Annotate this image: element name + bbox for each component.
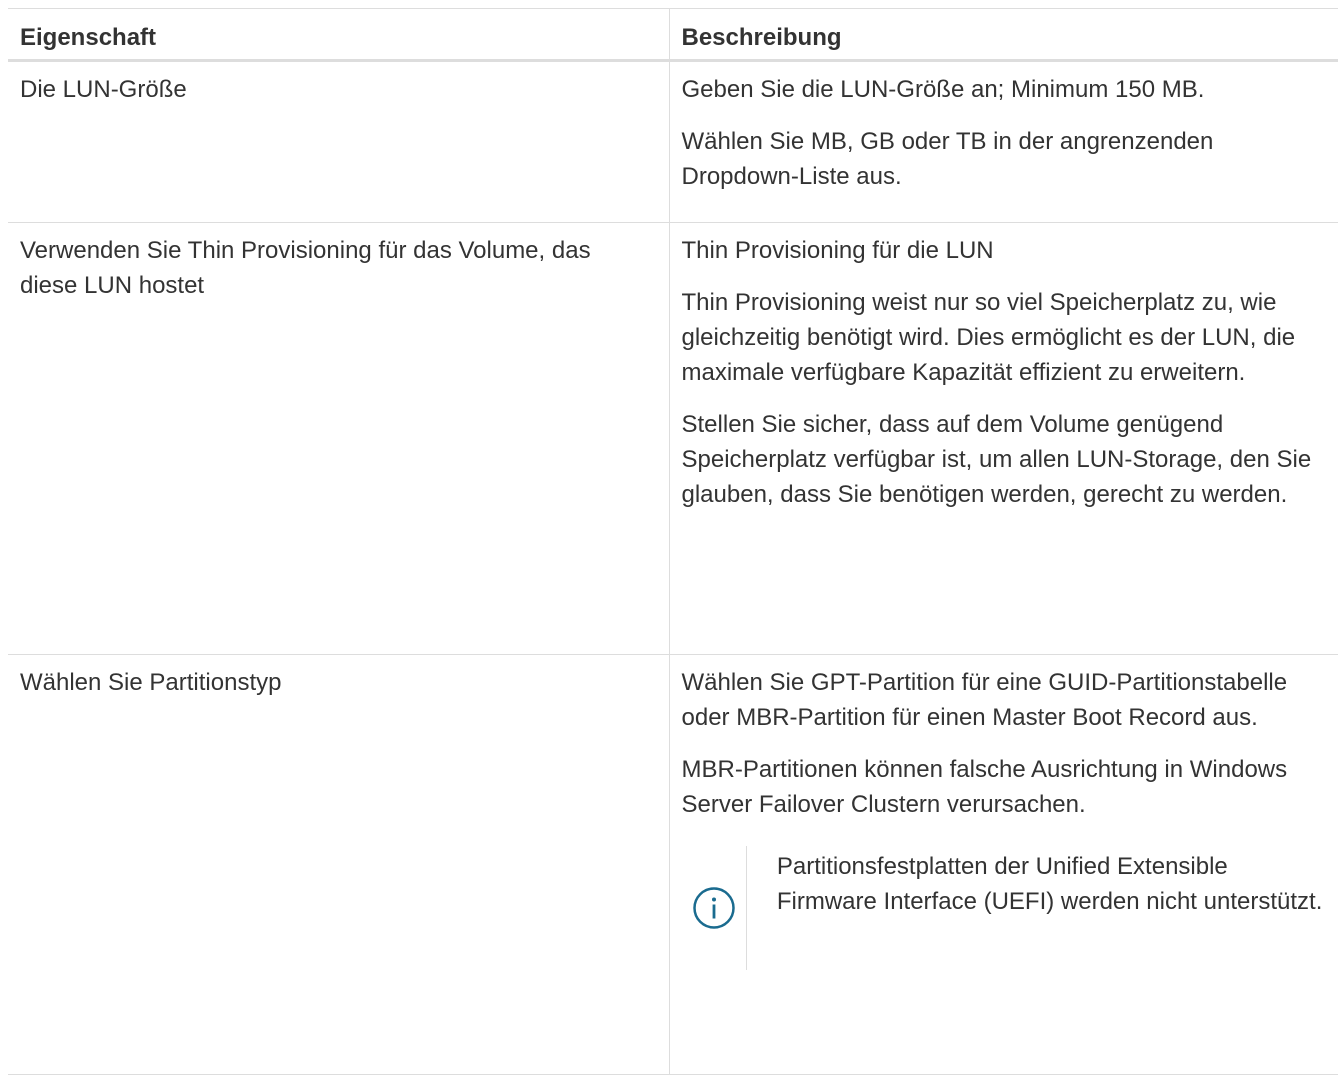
info-note-icon-container: [682, 846, 747, 970]
column-header-description: Beschreibung: [668, 8, 1338, 62]
description-paragraph: Wählen Sie MB, GB oder TB in der angrenz…: [681, 128, 1214, 190]
property-cell: Wählen Sie Partitionstyp: [8, 654, 670, 1075]
table-row: Wählen Sie Partitionstyp Wählen Sie GPT-…: [8, 654, 1338, 1075]
info-note-text: Partitionsfestplatten der Unified Extens…: [776, 853, 1323, 915]
info-note: Partitionsfestplatten der Unified Extens…: [682, 846, 1335, 970]
property-text: Wählen Sie Partitionstyp: [20, 669, 282, 696]
property-cell: Verwenden Sie Thin Provisioning für das …: [8, 222, 670, 655]
description-paragraph: Thin Provisioning weist nur so viel Spei…: [681, 289, 1296, 386]
table-header-row: Eigenschaft Beschreibung: [8, 8, 1338, 62]
property-text: Verwenden Sie Thin Provisioning für das …: [20, 237, 591, 299]
description-cell: Geben Sie die LUN-Größe an; Minimum 150 …: [668, 60, 1338, 223]
description-paragraph: Wählen Sie GPT-Partition für eine GUID-P…: [681, 669, 1288, 731]
property-cell: Die LUN-Größe: [8, 60, 670, 223]
description-paragraph: Stellen Sie sicher, dass auf dem Volume …: [681, 411, 1312, 508]
description-cell: Wählen Sie GPT-Partition für eine GUID-P…: [668, 654, 1338, 1075]
description-paragraph: Thin Provisioning für die LUN: [681, 237, 994, 264]
properties-table: Eigenschaft Beschreibung Die LUN-Größe G…: [8, 8, 1338, 1075]
description-paragraph: MBR-Partitionen können falsche Ausrichtu…: [681, 756, 1288, 818]
description-cell: Thin Provisioning für die LUN Thin Provi…: [668, 222, 1338, 655]
property-text: Die LUN-Größe: [20, 76, 187, 103]
info-icon: [692, 887, 735, 929]
description-paragraph: Geben Sie die LUN-Größe an; Minimum 150 …: [681, 76, 1205, 103]
column-header-property: Eigenschaft: [8, 8, 670, 62]
table-header: Eigenschaft Beschreibung: [8, 8, 1338, 62]
table-row: Verwenden Sie Thin Provisioning für das …: [8, 222, 1338, 655]
table-row: Die LUN-Größe Geben Sie die LUN-Größe an…: [8, 60, 1338, 223]
